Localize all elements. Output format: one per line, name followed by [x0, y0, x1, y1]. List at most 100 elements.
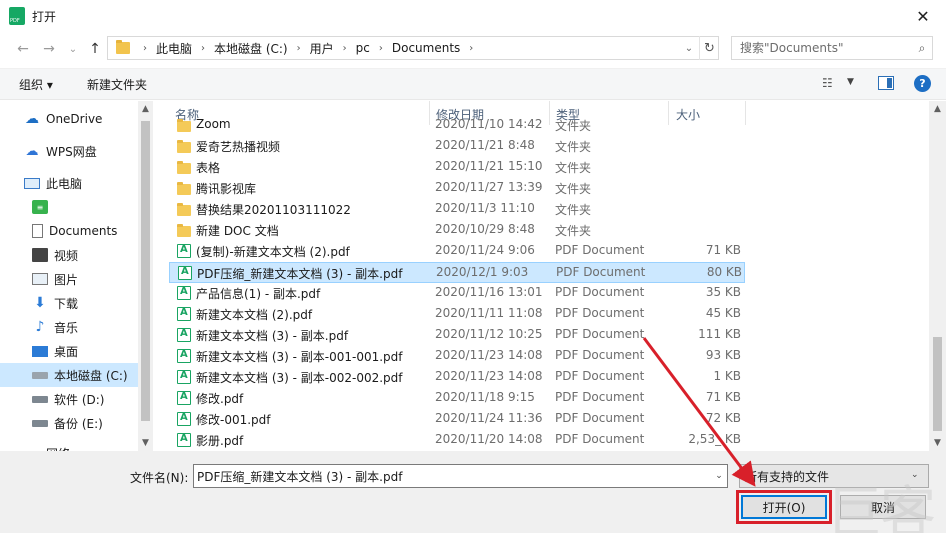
forward-arrow-icon[interactable]: →	[40, 40, 58, 58]
search-input[interactable]	[740, 38, 912, 58]
pdf-app-icon	[9, 7, 25, 25]
chevron-right-icon[interactable]: ›	[201, 43, 205, 54]
help-icon[interactable]: ?	[914, 75, 931, 92]
cancel-button[interactable]: 取消	[840, 495, 926, 519]
folder-icon	[177, 203, 191, 216]
drive-icon	[32, 419, 48, 427]
window-title: 打开	[32, 10, 57, 24]
search-icon[interactable]: ⌕	[912, 41, 932, 56]
up-arrow-icon[interactable]: ↑	[86, 40, 104, 58]
nav-item-desktop[interactable]: 桌面	[0, 339, 140, 363]
nav-item-videos[interactable]: 视频	[0, 243, 140, 267]
folder-row[interactable]: 腾讯影视库 2020/11/27 13:39 文件夹	[169, 178, 745, 199]
nav-item-label: 视频	[54, 248, 79, 263]
file-list-scrollbar[interactable]: ▲ ▼	[929, 101, 946, 451]
file-row[interactable]: (复制)-新建文本文档 (2).pdf2020/11/24 9:06PDF Do…	[169, 241, 745, 262]
new-folder-button[interactable]: 新建文件夹	[87, 76, 147, 93]
file-size: 35 KB	[705, 285, 741, 299]
file-type: 文件夹	[555, 203, 592, 217]
view-dropdown-icon[interactable]: ▼	[847, 77, 854, 87]
file-size: 72 KB	[705, 411, 741, 425]
nav-item-drive-d[interactable]: 软件 (D:)	[0, 387, 140, 411]
chevron-right-icon[interactable]: ›	[379, 43, 383, 54]
nav-item-music[interactable]: ♪ 音乐	[0, 315, 140, 339]
search-box[interactable]: ⌕	[731, 36, 933, 60]
folder-row[interactable]: Zoom 2020/11/10 14:42 文件夹	[169, 115, 745, 136]
breadcrumb-pc[interactable]: pc	[356, 41, 370, 55]
nav-item-label: 音乐	[54, 320, 79, 335]
breadcrumb-users[interactable]: 用户	[310, 40, 334, 57]
close-button[interactable]: ✕	[900, 0, 946, 32]
filename-value: PDF压缩_新建文本文档 (3) - 副本.pdf	[197, 469, 403, 484]
folder-icon	[177, 224, 191, 237]
file-date: 2020/11/12 10:25	[435, 327, 543, 341]
file-size: 111 KB	[698, 327, 741, 341]
file-row[interactable]: 产品信息(1) - 副本.pdf2020/11/16 13:01PDF Docu…	[169, 283, 745, 304]
nav-item-wps-cloud[interactable]: ☁ WPS网盘	[0, 139, 140, 163]
nav-item-downloads[interactable]: ⬇ 下载	[0, 291, 140, 315]
folder-row[interactable]: 爱奇艺热播视频 2020/11/21 8:48 文件夹	[169, 136, 745, 157]
nav-item-documents[interactable]: Documents	[0, 219, 140, 243]
filename-input[interactable]: PDF压缩_新建文本文档 (3) - 副本.pdf	[193, 464, 728, 488]
chevron-right-icon[interactable]: ›	[469, 43, 473, 54]
file-row[interactable]: 新建文本文档 (3) - 副本-002-002.pdf 2020/11/23 14…	[169, 367, 745, 388]
back-arrow-icon[interactable]: ←	[14, 40, 32, 58]
file-row[interactable]: 影册.pdf2020/11/20 14:08PDF Document2,53_ …	[169, 430, 745, 451]
nav-item-this-pc[interactable]: 此电脑	[0, 171, 140, 195]
folder-icon	[116, 40, 130, 54]
pdf-file-icon	[177, 307, 191, 321]
pdf-file-icon	[177, 391, 191, 405]
download-icon: ⬇	[34, 295, 46, 311]
view-options-icon[interactable]: ☷	[822, 76, 838, 90]
folder-row[interactable]: 新建 DOC 文档 2020/10/29 8:48 文件夹	[169, 220, 745, 241]
scroll-down-icon[interactable]: ▼	[929, 438, 946, 448]
breadcrumb-local-disk[interactable]: 本地磁盘 (C:)	[214, 40, 288, 57]
chevron-down-icon[interactable]: ⌄	[710, 464, 728, 488]
scroll-down-icon[interactable]: ▼	[138, 438, 153, 448]
file-list-scrollbar-thumb[interactable]	[933, 337, 942, 431]
file-date: 2020/11/23 14:08	[435, 369, 543, 383]
folder-row[interactable]: 表格 2020/11/21 15:10 文件夹	[169, 157, 745, 178]
chevron-right-icon[interactable]: ›	[297, 43, 301, 54]
breadcrumb-this-pc[interactable]: 此电脑	[156, 40, 192, 57]
pdf-file-icon	[177, 412, 191, 426]
nav-scrollbar[interactable]: ▲ ▼	[138, 101, 153, 451]
address-bar[interactable]: › 此电脑 › 本地磁盘 (C:) › 用户 › pc › Documents …	[107, 36, 719, 60]
nav-item-onedrive[interactable]: ☁ OneDrive	[0, 107, 140, 131]
pdf-file-icon	[177, 433, 191, 447]
chevron-right-icon[interactable]: ›	[343, 43, 347, 54]
recent-locations-chevron-icon[interactable]: ⌄	[64, 40, 82, 58]
nav-item-local-disk-c[interactable]: 本地磁盘 (C:)	[0, 363, 140, 387]
chevron-down-icon[interactable]: ⌄	[911, 470, 919, 480]
organize-menu[interactable]: 组织 ▾	[19, 76, 53, 93]
nav-item-pictures[interactable]: 图片	[0, 267, 140, 291]
file-row[interactable]: 修改-001.pdf2020/11/24 11:36PDF Document72…	[169, 409, 745, 430]
refresh-icon[interactable]: ↻	[699, 36, 719, 60]
nav-item-green-app[interactable]: ≡	[0, 195, 140, 219]
file-row[interactable]: PDF压缩_新建文本文档 (3) - 副本.pdf2020/12/1 9:03P…	[169, 262, 745, 283]
preview-pane-icon[interactable]	[878, 76, 894, 90]
scroll-up-icon[interactable]: ▲	[138, 104, 153, 114]
filetype-select[interactable]: 所有支持的文件	[739, 464, 929, 488]
file-size: 80 KB	[706, 265, 742, 279]
file-size: 45 KB	[705, 306, 741, 320]
address-dropdown-icon[interactable]: ⌄	[680, 38, 698, 58]
nav-item-label: 图片	[54, 272, 79, 287]
nav-item-drive-e[interactable]: 备份 (E:)	[0, 411, 140, 435]
chevron-right-icon[interactable]: ›	[143, 43, 147, 54]
file-row[interactable]: 修改.pdf2020/11/18 9:15PDF Document71 KB	[169, 388, 745, 409]
scroll-up-icon[interactable]: ▲	[929, 104, 946, 114]
file-row[interactable]: 新建文本文档 (3) - 副本.pdf2020/11/12 10:25PDF D…	[169, 325, 745, 346]
file-size: 71 KB	[705, 243, 741, 257]
desktop-icon	[32, 345, 48, 357]
file-name: 表格	[196, 161, 221, 175]
nav-item-network[interactable]: ▭ 网络	[0, 441, 140, 452]
column-divider[interactable]	[745, 101, 746, 125]
folder-icon	[177, 140, 191, 153]
file-row[interactable]: 新建文本文档 (3) - 副本-001-001.pdf 2020/11/23 14…	[169, 346, 745, 367]
file-row[interactable]: 新建文本文档 (2).pdf2020/11/11 11:08PDF Docume…	[169, 304, 745, 325]
nav-scrollbar-thumb[interactable]	[141, 121, 150, 421]
folder-row[interactable]: 替换结果20201103111022 2020/11/3 11:10 文件夹	[169, 199, 745, 220]
breadcrumb-documents[interactable]: Documents	[392, 41, 460, 55]
title-bar: 打开 ✕	[0, 0, 946, 32]
